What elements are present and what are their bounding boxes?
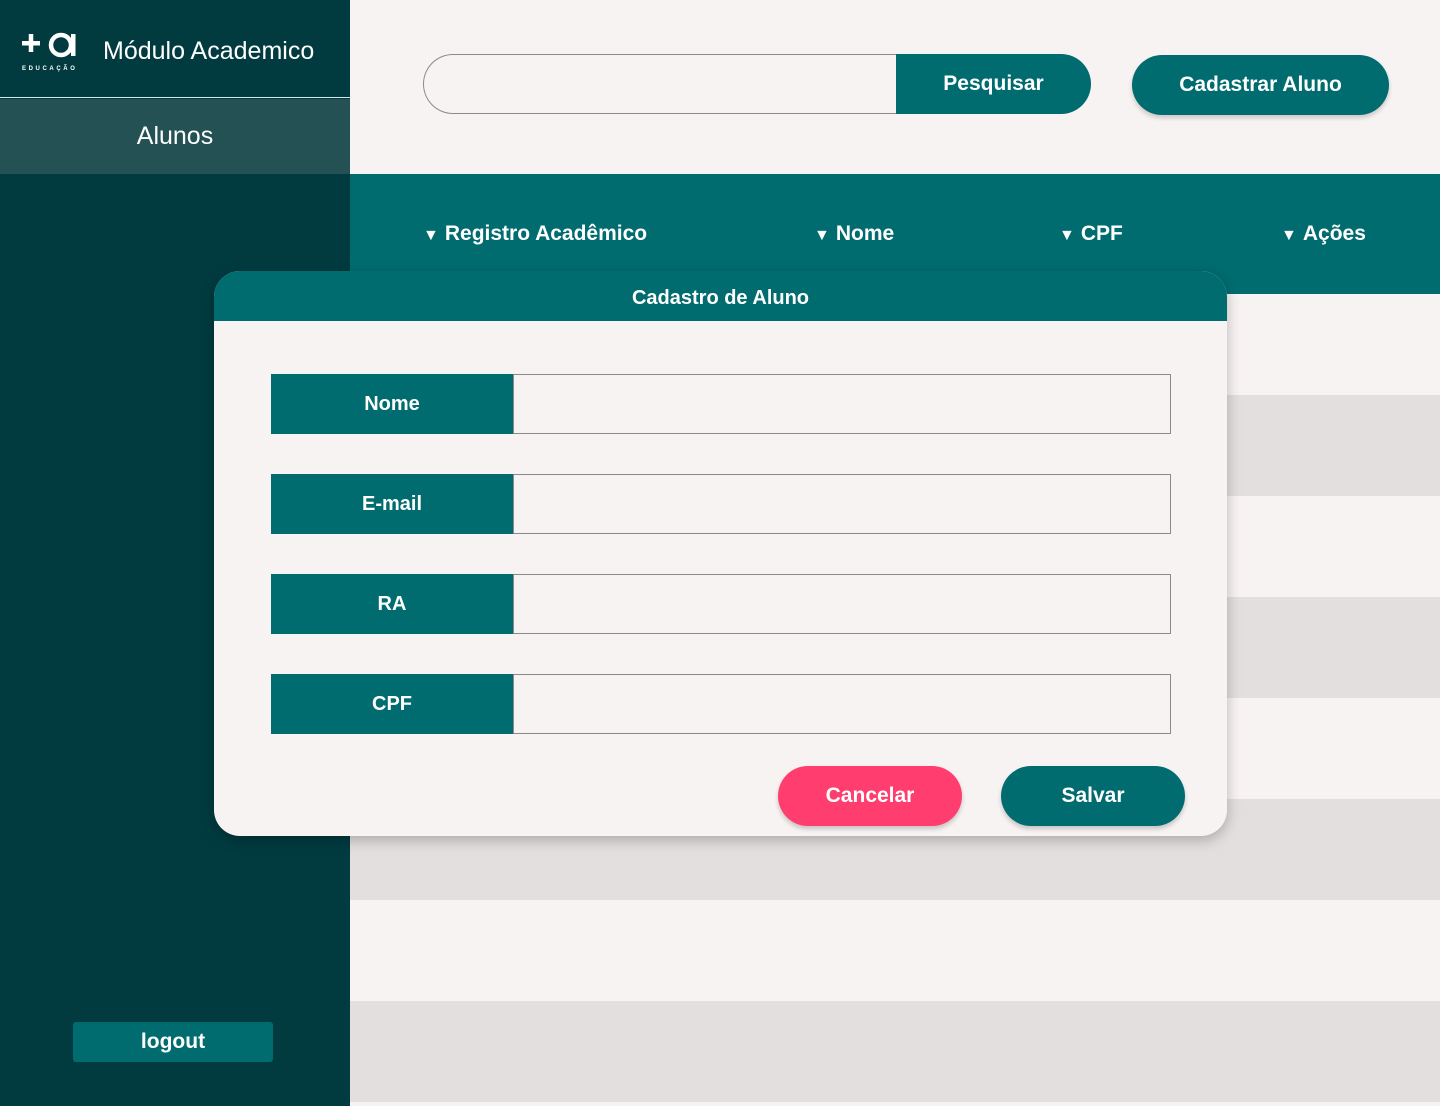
cpf-field[interactable] bbox=[513, 674, 1171, 734]
brand-header: EDUCAÇÃO Módulo Academico bbox=[0, 0, 350, 98]
triangle-down-icon: ▼ bbox=[814, 227, 830, 244]
logout-button[interactable]: logout bbox=[73, 1022, 273, 1062]
add-student-button[interactable]: Cadastrar Aluno bbox=[1132, 55, 1389, 115]
search-input[interactable] bbox=[423, 54, 913, 114]
column-header-label: CPF bbox=[1080, 222, 1123, 245]
nome-field[interactable] bbox=[513, 374, 1171, 434]
email-field[interactable] bbox=[513, 474, 1171, 534]
field-label-email: E-mail bbox=[271, 474, 513, 534]
column-header-nome[interactable]: ▼ Nome bbox=[814, 222, 894, 246]
triangle-down-icon: ▼ bbox=[423, 227, 439, 244]
triangle-down-icon: ▼ bbox=[1059, 227, 1075, 244]
column-header-registro[interactable]: ▼ Registro Acadêmico bbox=[423, 222, 647, 246]
triangle-down-icon: ▼ bbox=[1281, 227, 1297, 244]
column-header-cpf[interactable]: ▼ CPF bbox=[1059, 222, 1123, 246]
ra-field[interactable] bbox=[513, 574, 1171, 634]
cancel-button[interactable]: Cancelar bbox=[778, 766, 962, 826]
app-title: Módulo Academico bbox=[103, 37, 315, 65]
sidebar-item-alunos[interactable]: Alunos bbox=[0, 99, 350, 174]
sidebar-item-label: Alunos bbox=[136, 122, 214, 150]
field-label-ra: RA bbox=[271, 574, 513, 634]
column-header-label: Ações bbox=[1302, 222, 1366, 245]
student-registration-modal: Cadastro de Aluno Nome E-mail RA CPF Can… bbox=[214, 271, 1227, 836]
modal-title: Cadastro de Aluno bbox=[214, 271, 1227, 321]
logo-subtext: EDUCAÇÃO bbox=[22, 66, 78, 72]
save-button[interactable]: Salvar bbox=[1001, 766, 1185, 826]
field-label-cpf: CPF bbox=[271, 674, 513, 734]
page: EDUCAÇÃO Módulo Academico Alunos logout … bbox=[0, 0, 1440, 1106]
column-header-label: Registro Acadêmico bbox=[444, 222, 648, 245]
table-row[interactable] bbox=[350, 1001, 1440, 1102]
search-button[interactable]: Pesquisar bbox=[896, 54, 1091, 114]
table-row[interactable] bbox=[350, 900, 1440, 1001]
field-label-nome: Nome bbox=[271, 374, 513, 434]
column-header-label: Nome bbox=[835, 222, 895, 245]
column-header-acoes[interactable]: ▼ Ações bbox=[1281, 222, 1366, 246]
